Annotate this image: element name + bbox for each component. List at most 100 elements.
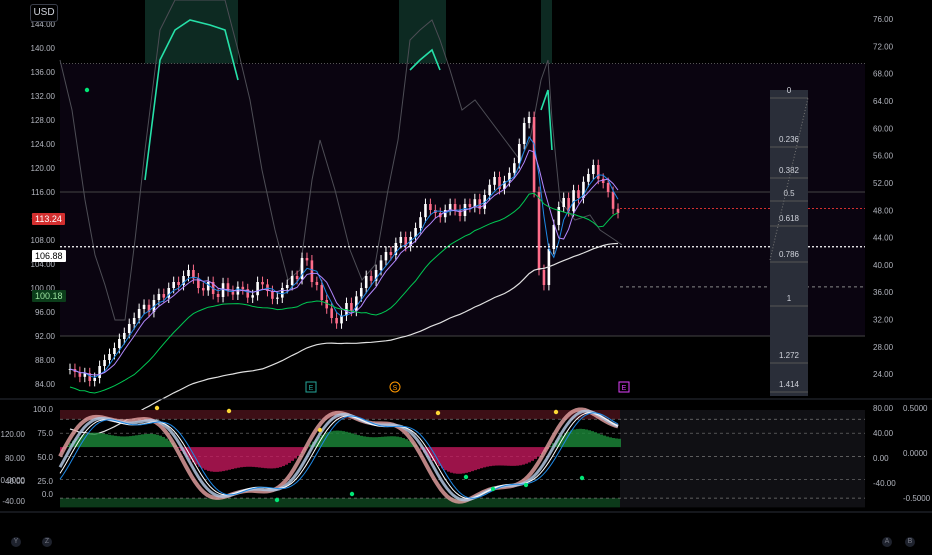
osc-bar (384, 437, 387, 448)
candle-body (449, 204, 452, 210)
right-tick-7: 48.00 (873, 206, 894, 215)
osc-bar (582, 429, 585, 447)
fib-label-6: 1 (787, 294, 792, 303)
event-symbol: E (622, 385, 627, 392)
candle-body (488, 185, 491, 195)
bottom-icon-z[interactable]: Z (42, 537, 52, 547)
candle-body (617, 209, 620, 213)
candle-body (316, 282, 319, 285)
rsi-zone-0 (145, 0, 238, 63)
candle-body (607, 183, 610, 192)
candle-body (123, 333, 126, 339)
candle-body (335, 318, 338, 323)
candle-body (163, 294, 166, 298)
osc-bar (219, 447, 222, 471)
osc-bar (444, 447, 447, 470)
osc-bar (372, 437, 375, 447)
osc-bar (153, 434, 156, 447)
osc-bar (249, 447, 252, 467)
osc-bar (342, 431, 345, 447)
candle-body (330, 308, 333, 318)
candle-body (311, 260, 314, 282)
osc-bar (459, 447, 462, 474)
osc-bar (498, 447, 501, 465)
right-tick-2: 68.00 (873, 70, 894, 79)
osc-bar (90, 433, 93, 447)
osc-left-tick-1: 75.0 (37, 429, 53, 438)
candle-body (518, 144, 521, 163)
osc-left-tick-3: 25.0 (37, 477, 53, 486)
bottom-icon-y[interactable]: Y (11, 537, 21, 547)
osc-bar (453, 447, 456, 473)
candle-body (251, 295, 254, 297)
osc-bar (105, 434, 108, 447)
fib-label-3: 0.5 (783, 189, 795, 198)
osc-right-tick-2: 0.00 (873, 454, 889, 463)
event-symbol: S (393, 385, 398, 392)
right-tick-5: 56.00 (873, 152, 894, 161)
osc-bar (402, 438, 405, 447)
candle-body (577, 190, 580, 198)
osc-bar (150, 434, 153, 447)
osc-bar (108, 435, 111, 447)
osc-bar (606, 437, 609, 448)
osc-bar (366, 437, 369, 447)
candle-body (133, 318, 136, 324)
bottom-icon-a[interactable]: A (882, 537, 892, 547)
osc-bar (348, 433, 351, 448)
candle-body (350, 303, 353, 311)
osc-bar (285, 447, 288, 465)
right-tick-6: 52.00 (873, 179, 894, 188)
osc-buy-dot-3 (464, 475, 468, 479)
candle-body (592, 165, 595, 174)
osc-bar (531, 447, 534, 461)
fib-label-4: 0.618 (779, 214, 800, 223)
candle-body (158, 294, 161, 300)
osc-bar (534, 447, 537, 459)
osc-bar (468, 447, 471, 472)
osc-bar (156, 435, 159, 447)
currency-button[interactable]: USD (30, 4, 58, 22)
osc-bar (129, 436, 132, 447)
left-tick-7: 116.00 (31, 188, 55, 197)
candle-body (128, 324, 131, 333)
candle-body (306, 258, 309, 260)
left-tick-9: 108.00 (31, 236, 56, 245)
osc-bar (603, 436, 606, 448)
osc-buy-dot-1 (275, 498, 279, 502)
candle-body (93, 378, 96, 381)
osc-bar (474, 447, 477, 470)
osc-bar (609, 437, 612, 447)
osc-left-tick-0: 100.0 (33, 405, 54, 414)
osc-bar (351, 433, 354, 447)
osc-sell-dot-2 (318, 428, 322, 432)
osc-bar (600, 434, 603, 447)
osc-sell-dot-0 (155, 406, 159, 410)
osc-bar (588, 430, 591, 447)
osc-bar (216, 447, 219, 472)
osc-left-tick-5: 120.00 (1, 430, 26, 439)
osc-bar (267, 447, 270, 468)
price-chart[interactable]: 144.00140.00136.00132.00128.00124.00120.… (0, 0, 932, 550)
osc-bar (243, 447, 246, 467)
osc-bar (399, 437, 402, 447)
osc-bar (513, 447, 516, 466)
right-tick-3: 64.00 (873, 97, 894, 106)
osc-sell-dot-1 (227, 409, 231, 413)
osc-bar (492, 447, 495, 466)
osc-right2-tick-0: 0.5000 (903, 404, 928, 413)
candle-body (523, 123, 526, 144)
candle-body (380, 260, 383, 270)
osc-bar (369, 437, 372, 447)
candle-body (365, 276, 368, 288)
osc-bar (450, 447, 453, 473)
candle-body (291, 276, 294, 285)
bottom-icon-b[interactable]: B (905, 537, 915, 547)
chart-stage[interactable]: 144.00140.00136.00132.00128.00124.00120.… (0, 0, 932, 550)
osc-bar (225, 447, 228, 470)
osc-bar (396, 437, 399, 447)
osc-bar (273, 447, 276, 468)
osc-right2-tick-1: 0.0000 (903, 449, 928, 458)
candle-body (217, 294, 220, 297)
candle-body (360, 288, 363, 296)
